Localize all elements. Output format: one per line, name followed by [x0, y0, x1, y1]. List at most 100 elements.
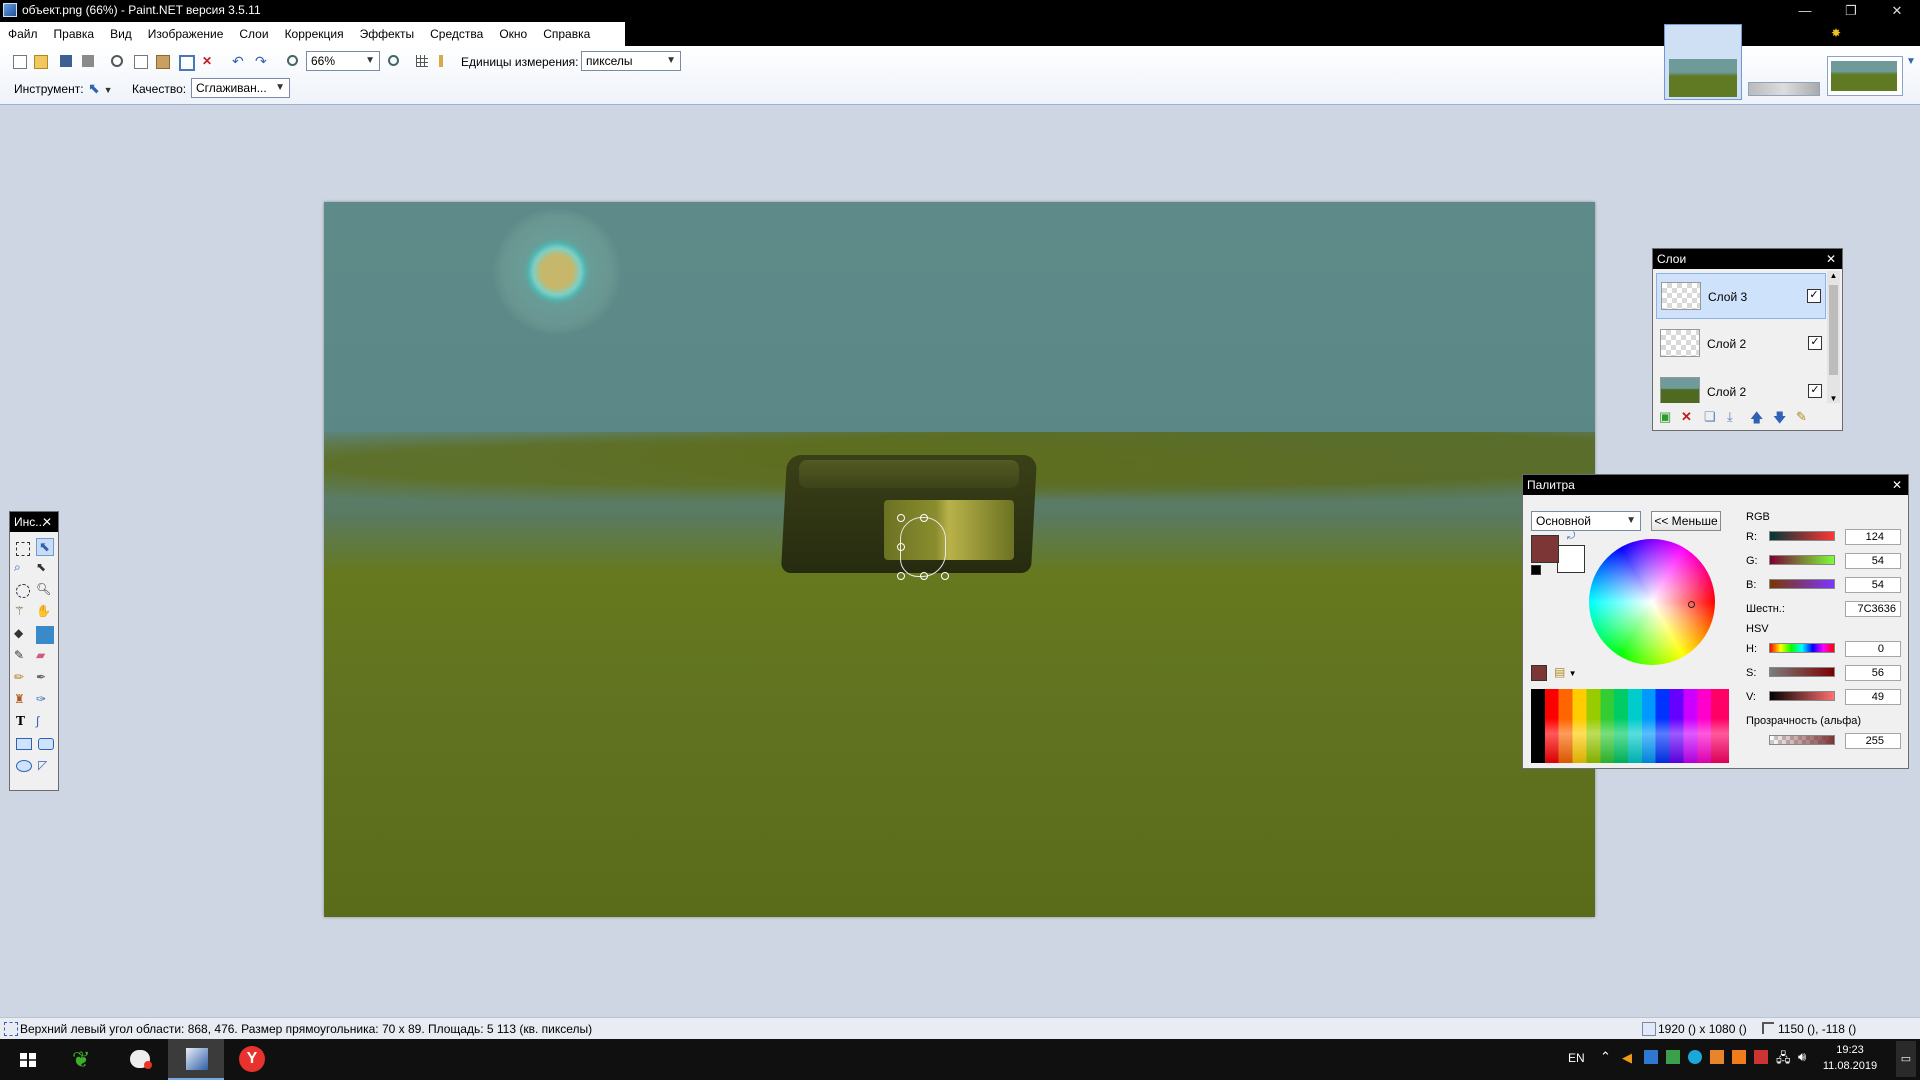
rectangle-select-tool-icon[interactable]: [16, 542, 30, 556]
pan-tool-icon[interactable]: ✋: [36, 604, 54, 622]
add-layer-icon[interactable]: ▣: [1659, 409, 1673, 424]
merge-layer-down-icon[interactable]: ⤓: [1727, 409, 1733, 425]
menu-help[interactable]: Справка: [535, 22, 598, 46]
image-thumbnail-active[interactable]: [1664, 24, 1742, 100]
less-button[interactable]: << Меньше: [1651, 511, 1721, 531]
palette-menu-icon[interactable]: ▤ ▼: [1554, 665, 1577, 679]
menu-effects[interactable]: Эффекты: [352, 22, 423, 46]
primary-color-swatch[interactable]: [1531, 535, 1559, 563]
blue-slider[interactable]: [1769, 579, 1835, 589]
image-canvas[interactable]: [324, 202, 1595, 917]
deselect-icon[interactable]: ✕: [199, 52, 217, 70]
blue-input[interactable]: 54: [1845, 577, 1901, 593]
close-icon[interactable]: ✕: [1826, 249, 1836, 269]
zoom-out-icon[interactable]: [284, 52, 302, 70]
layer-properties-icon[interactable]: ✎: [1796, 409, 1807, 425]
save-icon[interactable]: [57, 52, 75, 70]
menu-view[interactable]: Вид: [102, 22, 140, 46]
layer-row[interactable]: Слой 3 ✓: [1656, 273, 1826, 319]
menu-adjustments[interactable]: Коррекция: [277, 22, 352, 46]
color-mode-select[interactable]: Основной ▼: [1531, 511, 1641, 531]
clone-stamp-tool-icon[interactable]: ♜: [14, 692, 32, 710]
saturation-input[interactable]: 56: [1845, 665, 1901, 681]
lasso-select-tool-icon[interactable]: ⌕: [14, 560, 32, 578]
zoom-tool-icon[interactable]: 🔍︎: [36, 582, 54, 600]
move-layer-up-icon[interactable]: 🡅: [1750, 409, 1763, 431]
reset-colors-icon[interactable]: [1531, 565, 1541, 575]
scroll-up-icon[interactable]: ▲: [1827, 271, 1840, 280]
print-icon[interactable]: [79, 52, 97, 70]
network-icon[interactable]: 🖧: [1776, 1049, 1791, 1071]
scroll-down-icon[interactable]: ▼: [1827, 394, 1840, 403]
red-slider[interactable]: [1769, 531, 1835, 541]
image-thumbnail[interactable]: [1748, 82, 1820, 96]
pencil-tool-icon[interactable]: ✏: [14, 670, 32, 688]
duplicate-layer-icon[interactable]: ❏: [1704, 409, 1716, 425]
menu-tools[interactable]: Средства: [422, 22, 491, 46]
move-selection-outline-icon[interactable]: ⬉: [36, 560, 54, 578]
maximize-button[interactable]: ❐: [1828, 0, 1874, 22]
hue-input[interactable]: 0: [1845, 641, 1901, 657]
crop-to-selection-icon[interactable]: [176, 52, 195, 71]
value-input[interactable]: 49: [1845, 689, 1901, 705]
layers-scrollbar[interactable]: ▲ ▼: [1827, 271, 1840, 403]
copy-icon[interactable]: [131, 52, 149, 70]
selection-handle[interactable]: [941, 572, 949, 580]
tray-app-icon[interactable]: [1710, 1050, 1724, 1064]
clock-date[interactable]: 11.08.2019: [1820, 1060, 1880, 1072]
magic-wand-tool-icon[interactable]: ⚚: [14, 604, 32, 622]
tray-app-icon[interactable]: [1732, 1050, 1746, 1064]
show-hidden-icons-icon[interactable]: ⌃: [1600, 1049, 1611, 1065]
scrollbar-thumb[interactable]: [1829, 285, 1838, 375]
menu-layers[interactable]: Слои: [231, 22, 276, 46]
close-icon[interactable]: ✕: [42, 512, 52, 532]
selection-handle[interactable]: [920, 514, 928, 522]
layer-visibility-checkbox[interactable]: ✓: [1808, 384, 1822, 398]
open-file-icon[interactable]: [31, 52, 49, 70]
redo-icon[interactable]: ↷: [252, 52, 270, 70]
selection-handle[interactable]: [920, 572, 928, 580]
taskbar-app[interactable]: Y: [224, 1039, 280, 1080]
move-selection-tool-icon[interactable]: ⬉ ▼: [88, 80, 113, 97]
tray-app-icon[interactable]: ◀: [1622, 1050, 1632, 1066]
selection-handle[interactable]: [897, 543, 905, 551]
rounded-rectangle-tool-icon[interactable]: [38, 738, 54, 750]
paste-icon[interactable]: [153, 52, 171, 70]
paintbrush-tool-icon[interactable]: ✎: [14, 648, 32, 666]
tray-app-icon[interactable]: [1754, 1050, 1768, 1064]
move-selection-tool-icon[interactable]: ⬉: [36, 538, 54, 556]
undo-icon[interactable]: ↶: [229, 52, 247, 70]
volume-icon[interactable]: 🔊︎: [1798, 1049, 1806, 1065]
eraser-tool-icon[interactable]: ▰: [36, 648, 54, 666]
units-select[interactable]: пикселы ▼: [581, 51, 681, 71]
close-icon[interactable]: ✕: [1892, 475, 1902, 495]
selection-handle[interactable]: [897, 514, 905, 522]
alpha-slider[interactable]: [1769, 735, 1835, 745]
tray-app-icon[interactable]: [1666, 1050, 1680, 1064]
menu-file[interactable]: Файл: [0, 22, 46, 46]
close-window-button[interactable]: ✕: [1874, 0, 1920, 22]
rulers-icon[interactable]: [436, 52, 454, 70]
move-layer-down-icon[interactable]: 🡇: [1773, 409, 1786, 431]
input-language[interactable]: EN: [1568, 1051, 1585, 1065]
zoom-combo[interactable]: 66% ▼: [306, 51, 380, 71]
ellipse-select-tool-icon[interactable]: [16, 584, 30, 598]
red-input[interactable]: 124: [1845, 529, 1901, 545]
recolor-tool-icon[interactable]: ✑: [36, 692, 54, 710]
add-to-palette-icon[interactable]: [1531, 665, 1547, 681]
ellipse-tool-icon[interactable]: [16, 760, 32, 772]
hex-input[interactable]: 7C3636: [1845, 601, 1901, 617]
taskbar-app[interactable]: ❦: [56, 1039, 112, 1080]
green-slider[interactable]: [1769, 555, 1835, 565]
new-file-icon[interactable]: [10, 52, 28, 70]
menu-edit[interactable]: Правка: [46, 22, 103, 46]
secondary-color-swatch[interactable]: [1557, 545, 1585, 573]
color-wheel[interactable]: [1589, 539, 1715, 665]
menu-image[interactable]: Изображение: [140, 22, 232, 46]
start-button[interactable]: [0, 1039, 56, 1080]
grid-icon[interactable]: [413, 52, 431, 70]
taskbar-app-paintnet[interactable]: [168, 1039, 224, 1080]
swap-colors-icon[interactable]: ⤾: [1567, 531, 1575, 542]
hue-slider[interactable]: [1769, 643, 1835, 653]
zoom-in-icon[interactable]: [385, 52, 403, 70]
